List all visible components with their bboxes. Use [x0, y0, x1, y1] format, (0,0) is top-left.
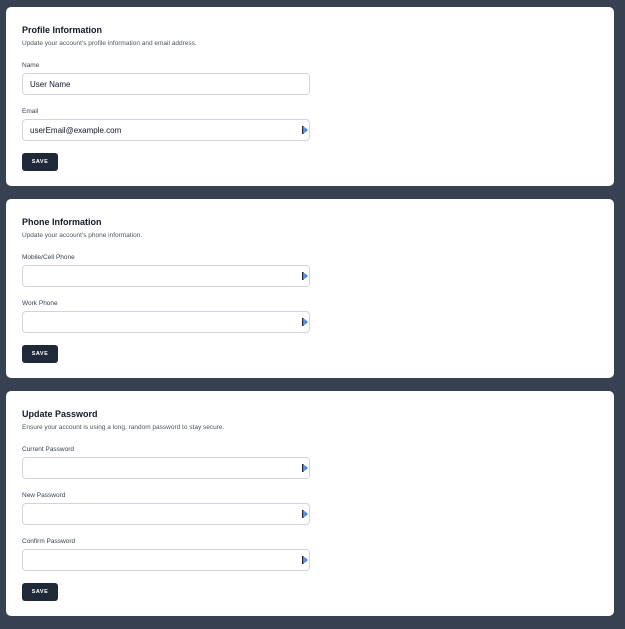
email-label: Email — [22, 108, 39, 115]
password-manager-icon[interactable] — [302, 126, 308, 134]
password-manager-icon[interactable] — [302, 510, 308, 518]
phone-save-button[interactable]: SAVE — [22, 345, 58, 363]
new-password-input[interactable] — [22, 503, 310, 525]
email-input[interactable] — [22, 119, 310, 141]
password-manager-icon[interactable] — [302, 318, 308, 326]
mobile-phone-label: Mobile/Cell Phone — [22, 254, 75, 261]
profile-save-button[interactable]: SAVE — [22, 153, 58, 171]
name-label: Name — [22, 62, 40, 69]
name-input[interactable] — [22, 73, 310, 95]
password-manager-icon[interactable] — [302, 556, 308, 564]
password-manager-icon[interactable] — [302, 464, 308, 472]
current-password-input[interactable] — [22, 457, 310, 479]
profile-information-title: Profile Information — [22, 25, 103, 35]
password-save-button[interactable]: SAVE — [22, 583, 58, 601]
phone-information-card: Phone Information Update your account's … — [6, 199, 614, 378]
work-phone-input[interactable] — [22, 311, 310, 333]
password-manager-icon[interactable] — [302, 272, 308, 280]
update-password-title: Update Password — [22, 409, 98, 419]
profile-information-card: Profile Information Update your account'… — [6, 7, 614, 186]
current-password-label: Current Password — [22, 446, 75, 453]
phone-information-description: Update your account's phone information. — [22, 232, 143, 239]
confirm-password-label: Confirm Password — [22, 538, 76, 545]
update-password-card: Update Password Ensure your account is u… — [6, 391, 614, 616]
update-password-description: Ensure your account is using a long, ran… — [22, 424, 225, 431]
confirm-password-input[interactable] — [22, 549, 310, 571]
profile-information-description: Update your account's profile informatio… — [22, 40, 197, 47]
mobile-phone-input[interactable] — [22, 265, 310, 287]
phone-information-title: Phone Information — [22, 217, 102, 227]
new-password-label: New Password — [22, 492, 66, 499]
work-phone-label: Work Phone — [22, 300, 58, 307]
